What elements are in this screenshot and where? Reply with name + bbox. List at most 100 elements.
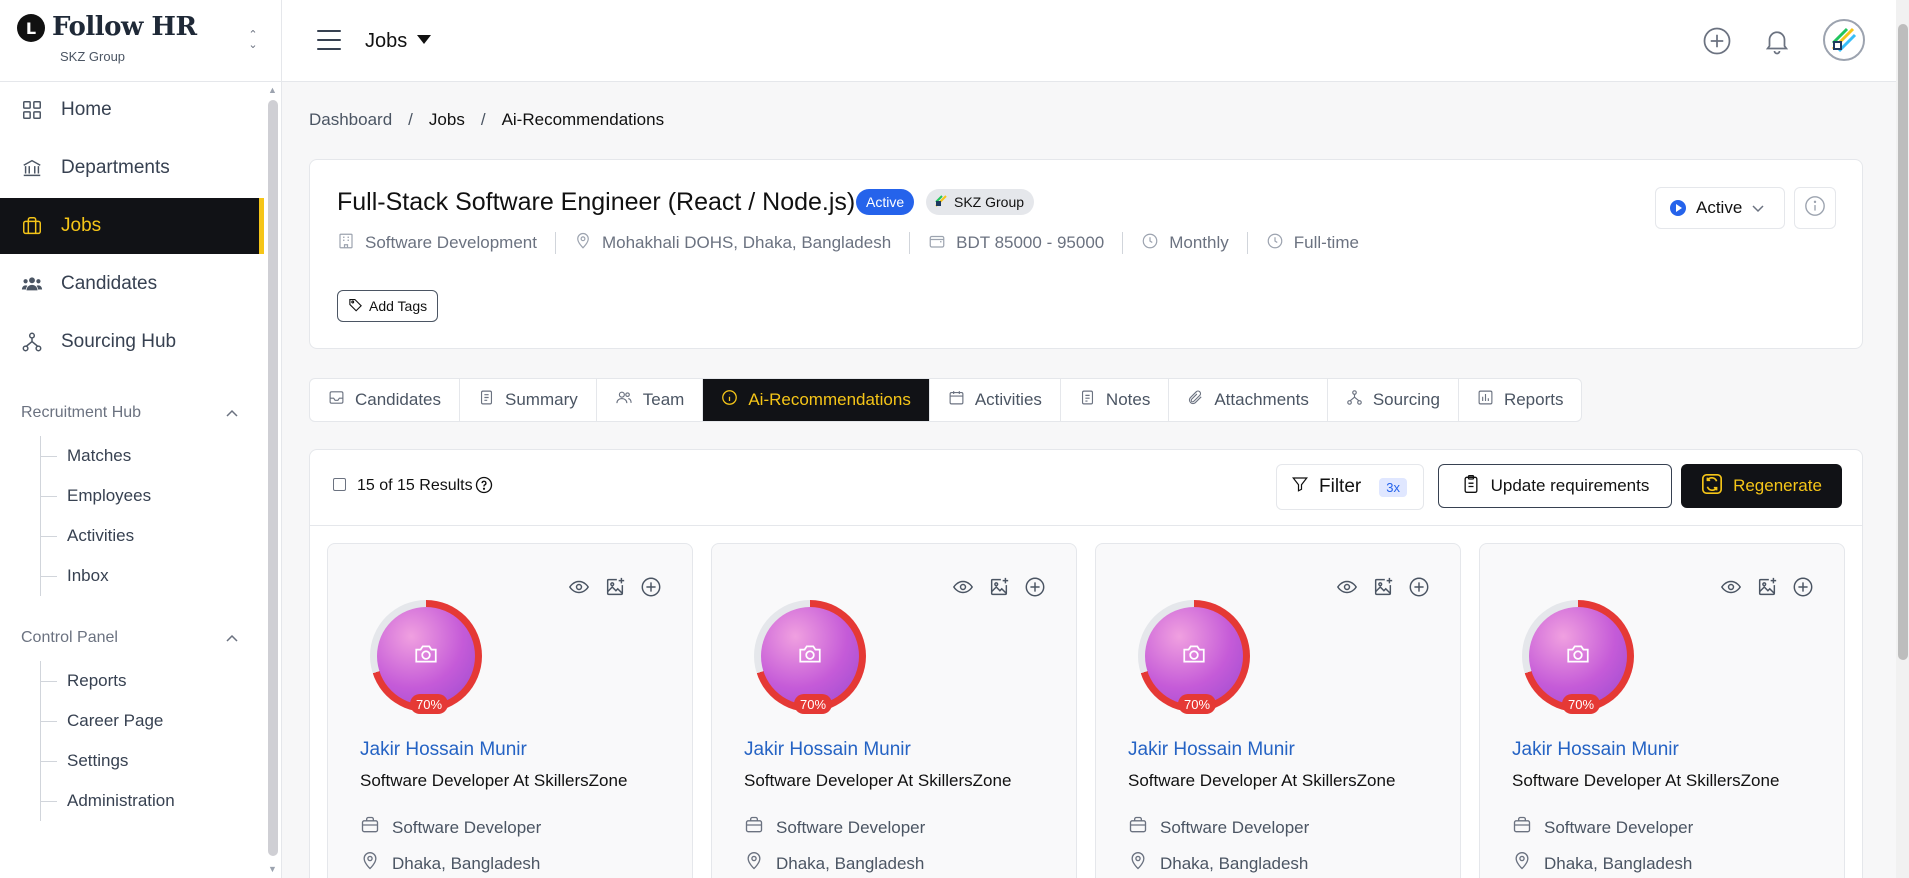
building-icon bbox=[337, 232, 355, 255]
card-actions bbox=[1336, 576, 1432, 600]
tab-team[interactable]: Team bbox=[597, 379, 704, 421]
help-circle-icon[interactable] bbox=[475, 476, 493, 494]
bell-icon[interactable] bbox=[1762, 26, 1792, 56]
image-add-icon[interactable] bbox=[604, 576, 628, 600]
card-actions bbox=[568, 576, 664, 600]
org-badge-label: SKZ Group bbox=[954, 194, 1025, 210]
add-tags-button[interactable]: Add Tags bbox=[337, 290, 439, 322]
sidebar-item-candidates[interactable]: Candidates bbox=[0, 256, 264, 312]
status-badge: Active bbox=[856, 189, 915, 215]
sidebar-item-sourcing-hub[interactable]: Sourcing Hub bbox=[0, 314, 264, 370]
candidate-card[interactable]: 70% Jakir Hossain Munir Software Develop… bbox=[1479, 543, 1845, 878]
eye-icon[interactable] bbox=[1336, 576, 1360, 600]
sidebar-item-label: Departments bbox=[61, 157, 170, 178]
breadcrumb-dashboard[interactable]: Dashboard bbox=[309, 110, 392, 130]
candidate-name[interactable]: Jakir Hossain Munir bbox=[1128, 739, 1295, 761]
sidebar-subitem-employees[interactable]: Employees bbox=[41, 476, 266, 516]
eye-icon[interactable] bbox=[1720, 576, 1744, 600]
job-meta: Software Development Mohakhali DOHS, Dha… bbox=[337, 232, 1395, 254]
eye-icon[interactable] bbox=[568, 576, 592, 600]
image-add-icon[interactable] bbox=[1372, 576, 1396, 600]
candidate-card[interactable]: 70% Jakir Hossain Munir Software Develop… bbox=[327, 543, 693, 878]
briefcase-icon bbox=[1512, 815, 1532, 840]
sidebar-scroll-down-icon[interactable]: ▼ bbox=[268, 864, 277, 874]
breadcrumb-jobs[interactable]: Jobs bbox=[429, 110, 465, 130]
tab-sourcing[interactable]: Sourcing bbox=[1328, 379, 1459, 421]
sidebar-subitem-reports[interactable]: Reports bbox=[41, 661, 266, 701]
sidebar-subitem-career-page[interactable]: Career Page bbox=[41, 701, 266, 741]
card-actions bbox=[1720, 576, 1816, 600]
add-circle-icon[interactable] bbox=[1024, 576, 1048, 600]
info-button[interactable] bbox=[1794, 187, 1836, 229]
location-pin-icon bbox=[574, 232, 592, 255]
job-department: Software Development bbox=[337, 232, 556, 254]
control-panel-list: Reports Career Page Settings Administrat… bbox=[40, 661, 266, 821]
candidate-name[interactable]: Jakir Hossain Munir bbox=[360, 739, 527, 761]
org-switch-icon[interactable]: ⌃ ⌄ bbox=[246, 30, 260, 52]
menu-icon[interactable] bbox=[317, 30, 341, 50]
section-toggle-recruitment-hub[interactable]: Recruitment Hub bbox=[0, 398, 266, 428]
sidebar-item-jobs[interactable]: Jobs bbox=[0, 198, 264, 254]
add-circle-icon[interactable] bbox=[1792, 576, 1816, 600]
chart-icon bbox=[1477, 389, 1494, 411]
sidebar-subitem-inbox[interactable]: Inbox bbox=[41, 556, 266, 596]
tab-candidates[interactable]: Candidates bbox=[310, 379, 461, 421]
sidebar-scroll-up-icon[interactable]: ▲ bbox=[268, 85, 277, 95]
tab-attachments[interactable]: Attachments bbox=[1169, 379, 1328, 421]
topbar: Jobs bbox=[282, 0, 1896, 82]
camera-icon bbox=[797, 643, 823, 670]
sidebar-scrollbar[interactable] bbox=[268, 100, 278, 856]
breadcrumb-separator: / bbox=[408, 110, 413, 129]
candidate-card[interactable]: 70% Jakir Hossain Munir Software Develop… bbox=[1095, 543, 1461, 878]
note-icon bbox=[1079, 389, 1096, 411]
sidebar-item-label: Jobs bbox=[61, 215, 102, 236]
caret-down-icon[interactable] bbox=[417, 35, 431, 44]
candidate-name[interactable]: Jakir Hossain Munir bbox=[1512, 739, 1679, 761]
select-all-checkbox[interactable] bbox=[333, 478, 346, 491]
chevron-up-icon bbox=[226, 404, 238, 422]
job-pay-period: Monthly bbox=[1141, 232, 1248, 254]
sidebar-subitem-settings[interactable]: Settings bbox=[41, 741, 266, 781]
candidate-card[interactable]: 70% Jakir Hossain Munir Software Develop… bbox=[711, 543, 1077, 878]
sidebar-subitem-matches[interactable]: Matches bbox=[41, 436, 266, 476]
sidebar-subitem-activities[interactable]: Activities bbox=[41, 516, 266, 556]
tab-activities[interactable]: Activities bbox=[930, 379, 1061, 421]
main-nav: Home Departments Jobs Candidates Sourcin… bbox=[0, 82, 266, 372]
sidebar-item-home[interactable]: Home bbox=[0, 82, 264, 138]
update-requirements-button[interactable]: Update requirements bbox=[1438, 464, 1672, 508]
regenerate-button[interactable]: Regenerate bbox=[1681, 464, 1842, 508]
tab-summary[interactable]: Summary bbox=[460, 379, 597, 421]
tab-ai-recommendations[interactable]: Ai-Recommendations bbox=[703, 379, 930, 421]
filter-button[interactable]: Filter 3x bbox=[1276, 464, 1424, 510]
job-employment-type: Full-time bbox=[1266, 232, 1377, 254]
tab-notes[interactable]: Notes bbox=[1061, 379, 1170, 421]
candidate-location: Dhaka, Bangladesh bbox=[1512, 851, 1692, 876]
user-avatar[interactable] bbox=[1823, 19, 1865, 61]
page-scrollbar[interactable] bbox=[1898, 24, 1908, 660]
results-toolbar: 15 of 15 Results Filter 3x Update requir… bbox=[310, 450, 1862, 526]
chevron-down-icon bbox=[1752, 198, 1764, 218]
card-actions bbox=[952, 576, 1048, 600]
tab-reports[interactable]: Reports bbox=[1459, 379, 1582, 421]
sidebar-item-label: Sourcing Hub bbox=[61, 331, 177, 352]
add-circle-icon[interactable] bbox=[1702, 26, 1732, 56]
page-title[interactable]: Jobs bbox=[365, 30, 407, 53]
job-status-select[interactable]: Active bbox=[1655, 187, 1785, 229]
sidebar-subitem-administration[interactable]: Administration bbox=[41, 781, 266, 821]
job-location: Mohakhali DOHS, Dhaka, Bangladesh bbox=[574, 232, 911, 255]
candidate-role: Software Developer bbox=[360, 815, 541, 840]
image-add-icon[interactable] bbox=[988, 576, 1012, 600]
candidate-name[interactable]: Jakir Hossain Munir bbox=[744, 739, 911, 761]
match-percentage: 70% bbox=[1178, 694, 1217, 714]
eye-icon[interactable] bbox=[952, 576, 976, 600]
match-ring: 70% bbox=[370, 600, 482, 714]
document-icon bbox=[478, 389, 495, 411]
section-toggle-control-panel[interactable]: Control Panel bbox=[0, 623, 266, 653]
add-circle-icon[interactable] bbox=[1408, 576, 1432, 600]
candidate-role: Software Developer bbox=[744, 815, 925, 840]
breadcrumb-separator: / bbox=[480, 110, 486, 129]
sidebar-item-departments[interactable]: Departments bbox=[0, 140, 264, 196]
add-circle-icon[interactable] bbox=[640, 576, 664, 600]
brand-header[interactable]: L Follow HR SKZ Group ⌃ ⌄ bbox=[0, 0, 281, 82]
image-add-icon[interactable] bbox=[1756, 576, 1780, 600]
